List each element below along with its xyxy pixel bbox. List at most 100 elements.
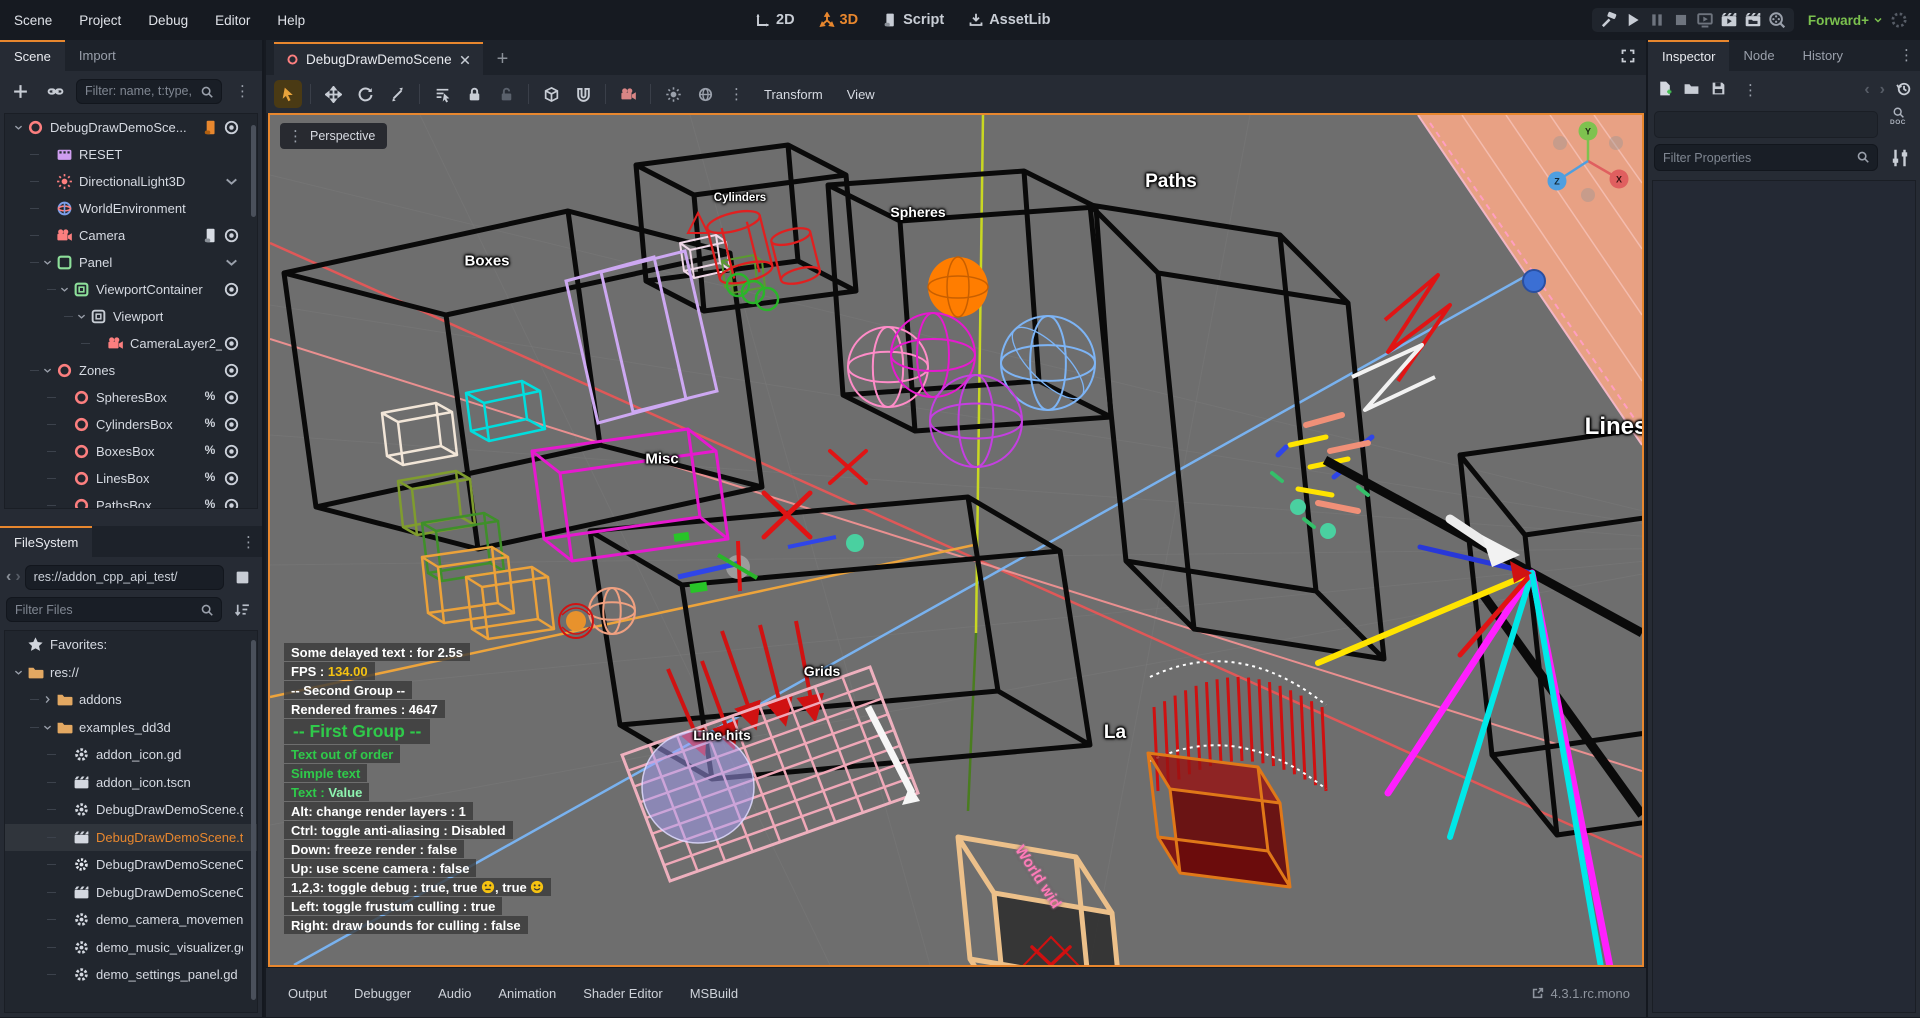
- tab-node[interactable]: Node: [1729, 40, 1788, 71]
- tree-row-debugdrawdemoscene-gd[interactable]: DebugDrawDemoScene.gd: [5, 796, 257, 824]
- open-docs-icon[interactable]: DOC: [1884, 106, 1912, 140]
- menu-debug[interactable]: Debug: [148, 13, 188, 28]
- unique-name-icon[interactable]: %: [201, 497, 219, 509]
- tree-row-res-[interactable]: res://: [5, 659, 257, 687]
- close-icon[interactable]: [459, 54, 471, 66]
- tree-row-directionallight3d[interactable]: DirectionalLight3D: [5, 168, 257, 195]
- add-node-button[interactable]: [6, 77, 34, 105]
- sun-settings-icon[interactable]: [659, 80, 687, 108]
- bottom-panel-debugger[interactable]: Debugger: [354, 986, 411, 1001]
- save-resource-icon[interactable]: [1710, 80, 1727, 100]
- play-scene-button[interactable]: [1720, 11, 1738, 29]
- viewport-extra-menu-icon[interactable]: ⋮: [723, 85, 750, 103]
- visibility-eye-icon[interactable]: [222, 389, 240, 406]
- move-tool-icon[interactable]: [319, 80, 347, 108]
- tree-row-debugdrawdemoscenec-[interactable]: DebugDrawDemoSceneC...: [5, 851, 257, 879]
- load-resource-icon[interactable]: [1683, 80, 1700, 100]
- unique-name-icon[interactable]: %: [201, 416, 219, 433]
- new-tab-icon[interactable]: +: [497, 48, 509, 75]
- scene-dock-menu-icon[interactable]: ⋮: [229, 82, 256, 100]
- script-icon[interactable]: [201, 119, 219, 136]
- property-tools-icon[interactable]: [1888, 146, 1912, 170]
- script-icon[interactable]: [201, 227, 219, 244]
- inspector-menu-icon[interactable]: ⋮: [1893, 46, 1920, 71]
- tree-row-debugdrawdemoscenec-[interactable]: DebugDrawDemoSceneC...: [5, 879, 257, 907]
- visibility-eye-icon[interactable]: [222, 416, 240, 433]
- tree-row-linesbox[interactable]: LinesBox%: [5, 465, 257, 492]
- tab-scene[interactable]: Scene: [0, 40, 65, 71]
- scene-tab-active[interactable]: DebugDrawDemoScene: [274, 42, 483, 75]
- expand-arrow-icon[interactable]: [13, 122, 27, 133]
- tree-row-zones[interactable]: Zones: [5, 357, 257, 384]
- tree-row-addon-icon-tscn[interactable]: addon_icon.tscn: [5, 769, 257, 797]
- viewport-3d[interactable]: YXZ BoxesCylindersSpheresPathsMiscGridsL…: [268, 113, 1644, 967]
- visibility-eye-icon[interactable]: [222, 227, 240, 244]
- menu-project[interactable]: Project: [79, 13, 121, 28]
- new-resource-icon[interactable]: [1656, 80, 1673, 100]
- bottom-panel-shader-editor[interactable]: Shader Editor: [583, 986, 663, 1001]
- tree-row-camera[interactable]: Camera: [5, 222, 257, 249]
- unique-name-icon[interactable]: %: [201, 443, 219, 460]
- environment-settings-icon[interactable]: [691, 80, 719, 108]
- unique-name-icon[interactable]: %: [201, 470, 219, 487]
- collapse-arrow-icon[interactable]: [42, 694, 56, 705]
- perspective-menu[interactable]: ⋮ Perspective: [280, 123, 387, 149]
- visibility-eye-icon[interactable]: [222, 362, 240, 379]
- fs-filter-field[interactable]: [15, 603, 213, 617]
- filesystem-dock-menu-icon[interactable]: ⋮: [235, 533, 262, 557]
- inspector-filter-field[interactable]: [1663, 151, 1869, 165]
- history-back-icon[interactable]: ‹: [1864, 81, 1869, 99]
- movie-maker-button[interactable]: [1768, 11, 1786, 29]
- expand-arrow-icon[interactable]: [42, 365, 56, 376]
- resource-menu-icon[interactable]: ⋮: [1737, 81, 1764, 99]
- tab-import[interactable]: Import: [65, 40, 130, 71]
- tree-row-demo-music-visualizer-gd[interactable]: demo_music_visualizer.gd: [5, 934, 257, 962]
- bottom-panel-msbuild[interactable]: MSBuild: [690, 986, 738, 1001]
- fs-forward-button[interactable]: ›: [15, 568, 20, 586]
- expand-arrow-icon[interactable]: [42, 257, 56, 268]
- tree-row-demo-camera-movemen-[interactable]: demo_camera_movemen...: [5, 906, 257, 934]
- tree-row-reset[interactable]: RESET: [5, 141, 257, 168]
- tree-row-boxesbox[interactable]: BoxesBox%: [5, 438, 257, 465]
- visibility-eye-icon[interactable]: [222, 497, 240, 509]
- remote-debug-button[interactable]: [1696, 11, 1714, 29]
- scale-tool-icon[interactable]: [383, 80, 411, 108]
- tree-row-viewport[interactable]: Viewport: [5, 303, 257, 330]
- tree-row-cylindersbox[interactable]: CylindersBox%: [5, 411, 257, 438]
- visibility-eye-icon[interactable]: [222, 470, 240, 487]
- tree-row-worldenvironment[interactable]: WorldEnvironment: [5, 195, 257, 222]
- visibility-eye-icon[interactable]: [222, 119, 240, 136]
- snap-tool-icon[interactable]: [569, 80, 597, 108]
- expand-arrow-icon[interactable]: [42, 722, 56, 733]
- tree-row-examples-dd3d[interactable]: examples_dd3d: [5, 714, 257, 742]
- fs-split-mode-icon[interactable]: [228, 563, 256, 591]
- play-custom-scene-button[interactable]: [1744, 11, 1762, 29]
- scene-filter-input[interactable]: [76, 79, 222, 104]
- tree-row-panel[interactable]: Panel: [5, 249, 257, 276]
- tree-row-addon-icon-gd[interactable]: addon_icon.gd: [5, 741, 257, 769]
- expand-arrow-icon[interactable]: [59, 284, 73, 295]
- build-button[interactable]: [1600, 11, 1618, 29]
- bottom-panel-animation[interactable]: Animation: [498, 986, 556, 1001]
- tree-row-favorites-[interactable]: Favorites:: [5, 631, 257, 659]
- play-button[interactable]: [1624, 11, 1642, 29]
- inspector-filter-input[interactable]: [1654, 144, 1878, 171]
- renderer-dropdown[interactable]: Forward+: [1808, 13, 1884, 28]
- group-tool-icon[interactable]: [492, 80, 520, 108]
- tab-history[interactable]: History: [1789, 40, 1857, 71]
- visibility-eye-icon[interactable]: [222, 335, 240, 352]
- list-select-tool-icon[interactable]: [428, 80, 456, 108]
- bottom-panel-output[interactable]: Output: [288, 986, 327, 1001]
- tree-row-pathsbox[interactable]: PathsBox%: [5, 492, 257, 509]
- tab-inspector[interactable]: Inspector: [1648, 40, 1729, 71]
- fs-back-button[interactable]: ‹: [6, 568, 11, 586]
- camera-preview-tool-icon[interactable]: [614, 80, 642, 108]
- lock-tool-icon[interactable]: [460, 80, 488, 108]
- visibility-eye-icon[interactable]: [222, 443, 240, 460]
- bottom-panel-audio[interactable]: Audio: [438, 986, 471, 1001]
- fs-path-bar[interactable]: res://addon_cpp_api_test/: [25, 565, 224, 590]
- history-forward-icon[interactable]: ›: [1880, 81, 1885, 99]
- expand-arrow-icon[interactable]: [76, 311, 90, 322]
- tree-row-cameralayer2-5[interactable]: CameraLayer2_5: [5, 330, 257, 357]
- switch-2d[interactable]: 2D: [755, 12, 795, 28]
